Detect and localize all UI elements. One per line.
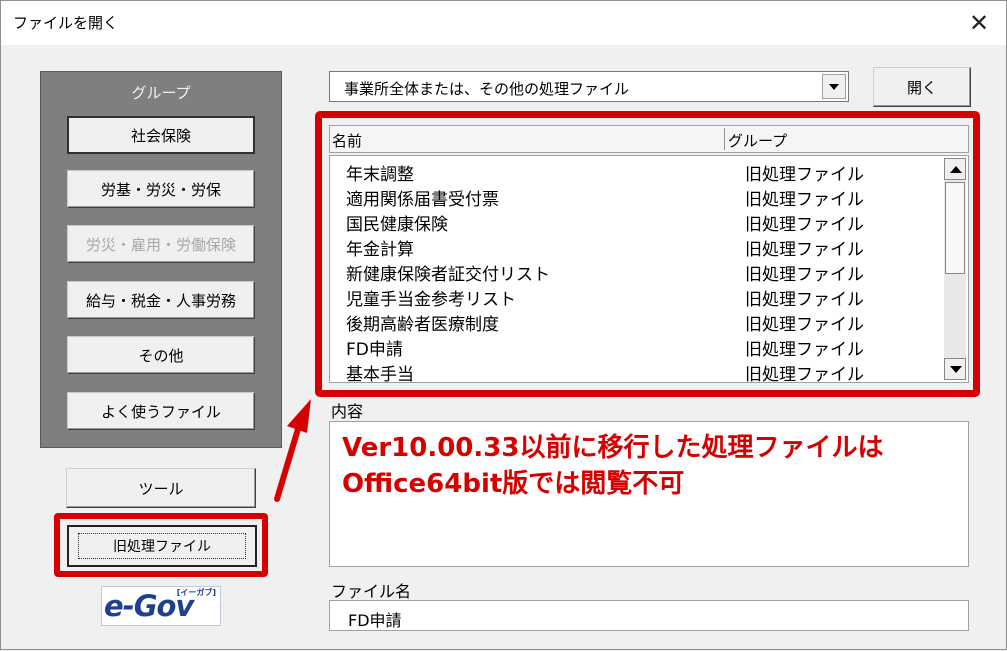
open-file-dialog: ファイルを開く ✕ グループ 社会保険 労基・労災・労保 労災・雇用・労働保険 … <box>0 0 1007 650</box>
red-arrow-annotation <box>274 399 311 502</box>
